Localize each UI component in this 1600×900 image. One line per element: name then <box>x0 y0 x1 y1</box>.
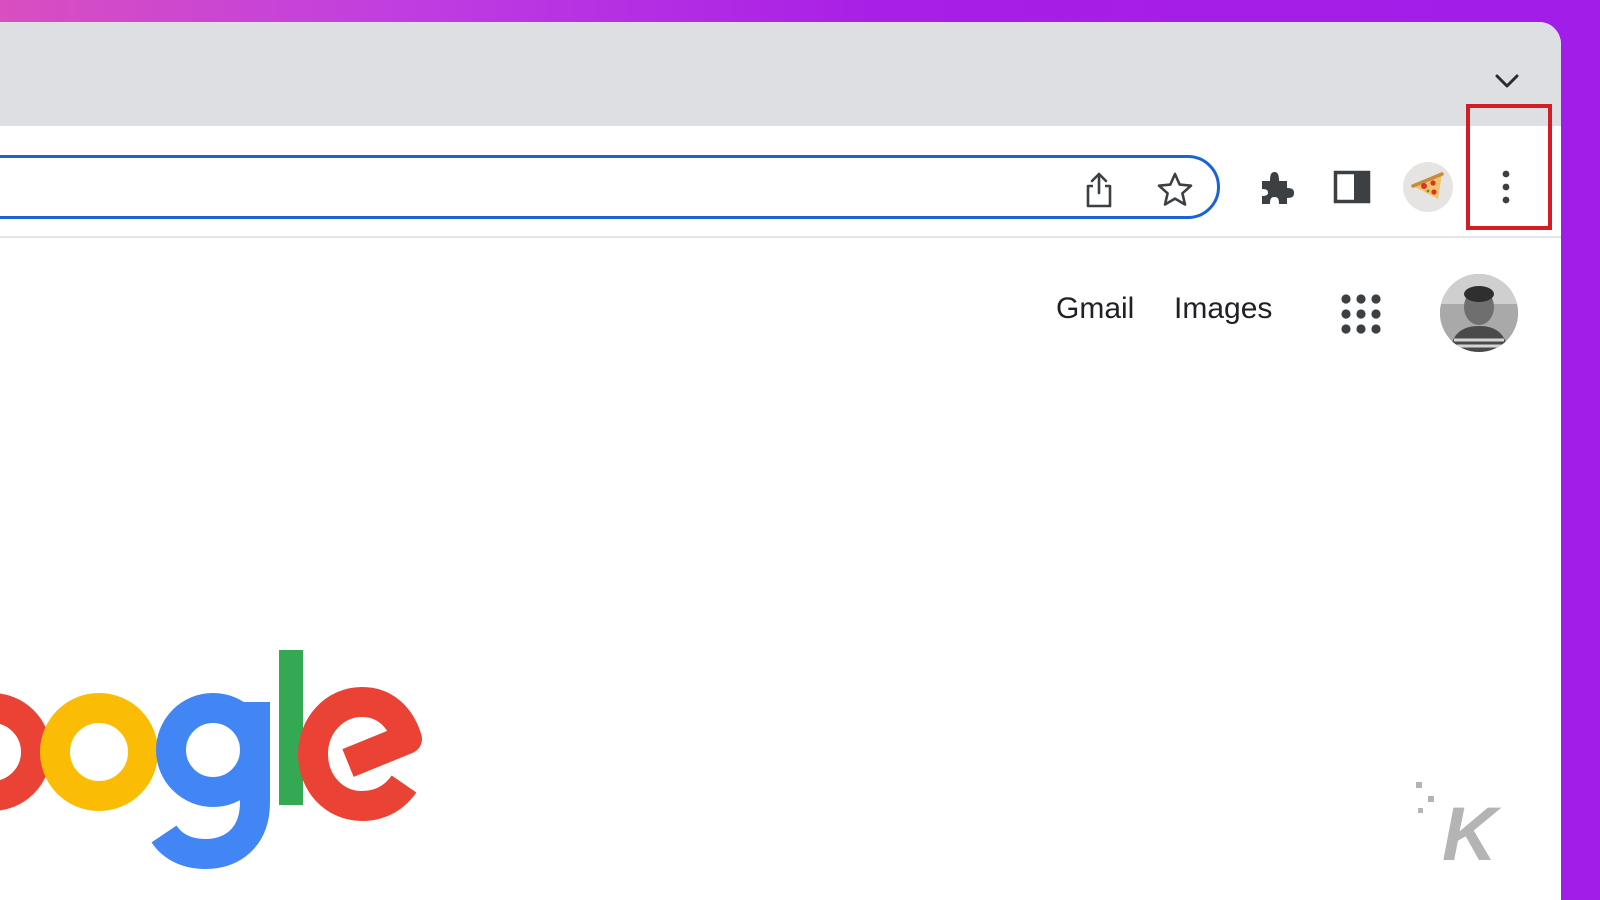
share-icon <box>1086 172 1112 208</box>
bookmark-star-button[interactable] <box>1156 171 1194 209</box>
side-panel-button[interactable] <box>1326 161 1378 213</box>
star-icon <box>1157 172 1193 206</box>
knowtechie-watermark: K <box>1412 778 1504 877</box>
watermark-letter: K <box>1442 792 1502 868</box>
tab-strip <box>0 22 1561 126</box>
side-panel-icon <box>1333 170 1371 204</box>
more-vert-icon <box>1502 170 1510 204</box>
extensions-button[interactable] <box>1250 161 1302 213</box>
google-logo: ogle <box>0 622 430 870</box>
share-button[interactable] <box>1080 171 1118 209</box>
images-link[interactable]: Images <box>1174 292 1272 326</box>
chevron-down-icon <box>1495 74 1519 88</box>
google-top-bar: Gmail Images <box>0 274 1561 354</box>
gmail-link[interactable]: Gmail <box>1056 292 1134 326</box>
browser-toolbar <box>0 126 1561 238</box>
k-logo-icon: K <box>1416 782 1502 877</box>
google-logo-graphic <box>0 650 422 870</box>
tab-search-button[interactable] <box>1492 66 1522 96</box>
browser-window: Gmail Images K <box>0 22 1561 900</box>
apps-grid-icon <box>1341 294 1381 334</box>
user-photo-icon <box>1440 274 1518 352</box>
google-apps-button[interactable] <box>1334 287 1388 341</box>
pizza-icon <box>1411 172 1444 199</box>
profile-button[interactable] <box>1402 161 1454 213</box>
chrome-menu-button[interactable] <box>1480 161 1532 213</box>
profile-avatar <box>1403 162 1453 212</box>
address-bar[interactable] <box>0 155 1220 219</box>
extensions-puzzle-icon <box>1262 172 1294 204</box>
account-avatar[interactable] <box>1440 274 1518 352</box>
